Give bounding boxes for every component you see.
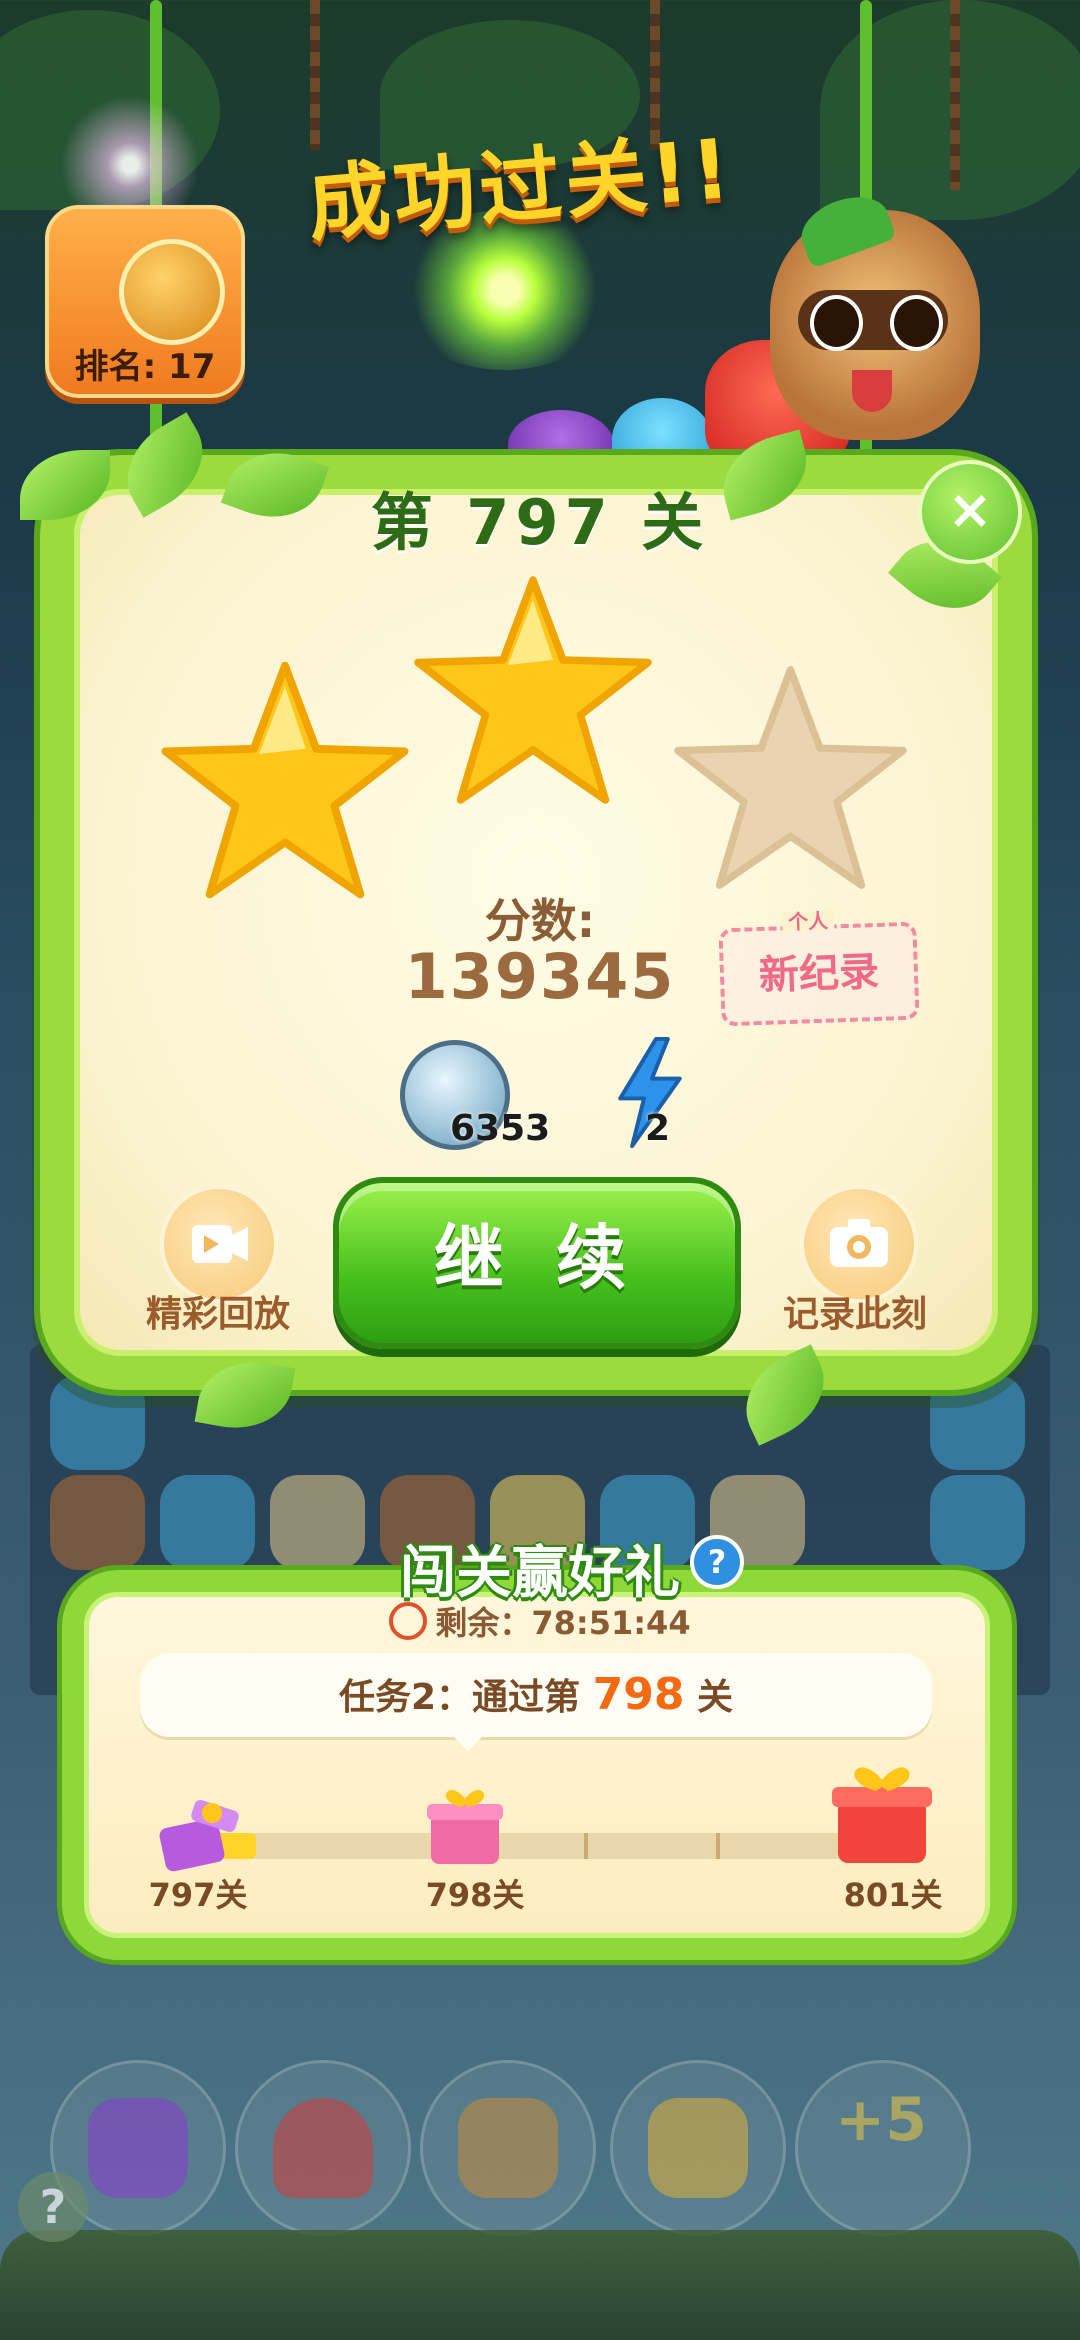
progress-tick bbox=[584, 1833, 588, 1859]
game-help-button[interactable]: ? bbox=[18, 2172, 88, 2242]
opened-gift-icon bbox=[159, 1799, 239, 1872]
replay-label: 精彩回放 bbox=[145, 1294, 290, 1335]
milestone-label: 801关 bbox=[843, 1876, 943, 1914]
rank-badge[interactable]: 排名: 17 bbox=[45, 205, 245, 398]
bottom-branch bbox=[0, 2230, 1080, 2340]
swap-booster-icon bbox=[88, 2098, 188, 2198]
energy-reward-count: 2 bbox=[645, 1108, 671, 1149]
event-help-button[interactable]: ? bbox=[690, 1535, 744, 1589]
booster-slot[interactable] bbox=[235, 2060, 411, 2236]
coin-reward-count: 6353 bbox=[450, 1108, 551, 1149]
plus-moves-label: +5 bbox=[835, 2085, 928, 2155]
event-task: 任务2：通过第 798 关 bbox=[140, 1653, 932, 1737]
rocket-booster-icon bbox=[273, 2098, 373, 2198]
star-earned-icon bbox=[161, 661, 409, 899]
rank-emblem-icon bbox=[119, 239, 225, 345]
video-camera-icon bbox=[192, 1225, 248, 1263]
hanging-rope bbox=[310, 0, 320, 150]
booster-slot[interactable] bbox=[610, 2060, 786, 2236]
task-level: 798 bbox=[592, 1669, 685, 1720]
clock-icon bbox=[389, 1602, 428, 1640]
hanging-rope bbox=[950, 0, 960, 190]
event-timer-text: 剩余：78:51:44 bbox=[435, 1604, 691, 1642]
hammer-booster-icon bbox=[458, 2098, 558, 2198]
star-earned-icon bbox=[414, 576, 652, 804]
new-record-personal-label: 个人 bbox=[781, 909, 835, 934]
camera-icon bbox=[830, 1219, 888, 1267]
new-record-label: 新纪录 bbox=[758, 948, 880, 1000]
level-complete-title: 成功过关!! bbox=[303, 121, 738, 254]
task-prefix: 任务2：通过第 bbox=[338, 1677, 581, 1718]
star-empty-icon bbox=[674, 666, 907, 889]
event-title: 闯关赢好礼 bbox=[400, 1541, 680, 1606]
snapshot-label: 记录此刻 bbox=[782, 1294, 927, 1335]
event-timer: 剩余：78:51:44 bbox=[0, 1598, 1080, 1644]
task-suffix: 关 bbox=[697, 1677, 734, 1718]
close-button[interactable]: × bbox=[918, 460, 1022, 564]
magic-wand-booster-icon bbox=[648, 2098, 748, 2198]
gift-icon bbox=[427, 1790, 503, 1864]
milestone-label: 797关 bbox=[148, 1876, 248, 1914]
milestone-label: 798关 bbox=[425, 1876, 525, 1914]
progress-tick bbox=[716, 1833, 720, 1859]
booster-slot[interactable] bbox=[420, 2060, 596, 2236]
big-gift-icon bbox=[832, 1767, 932, 1863]
new-record-stamp: 个人 新纪录 bbox=[718, 909, 920, 1027]
task-pointer bbox=[450, 1733, 486, 1751]
event-progress-track bbox=[190, 1833, 850, 1859]
continue-button[interactable]: 继 续 bbox=[333, 1177, 741, 1349]
rank-label: 排名: 17 bbox=[74, 347, 216, 387]
